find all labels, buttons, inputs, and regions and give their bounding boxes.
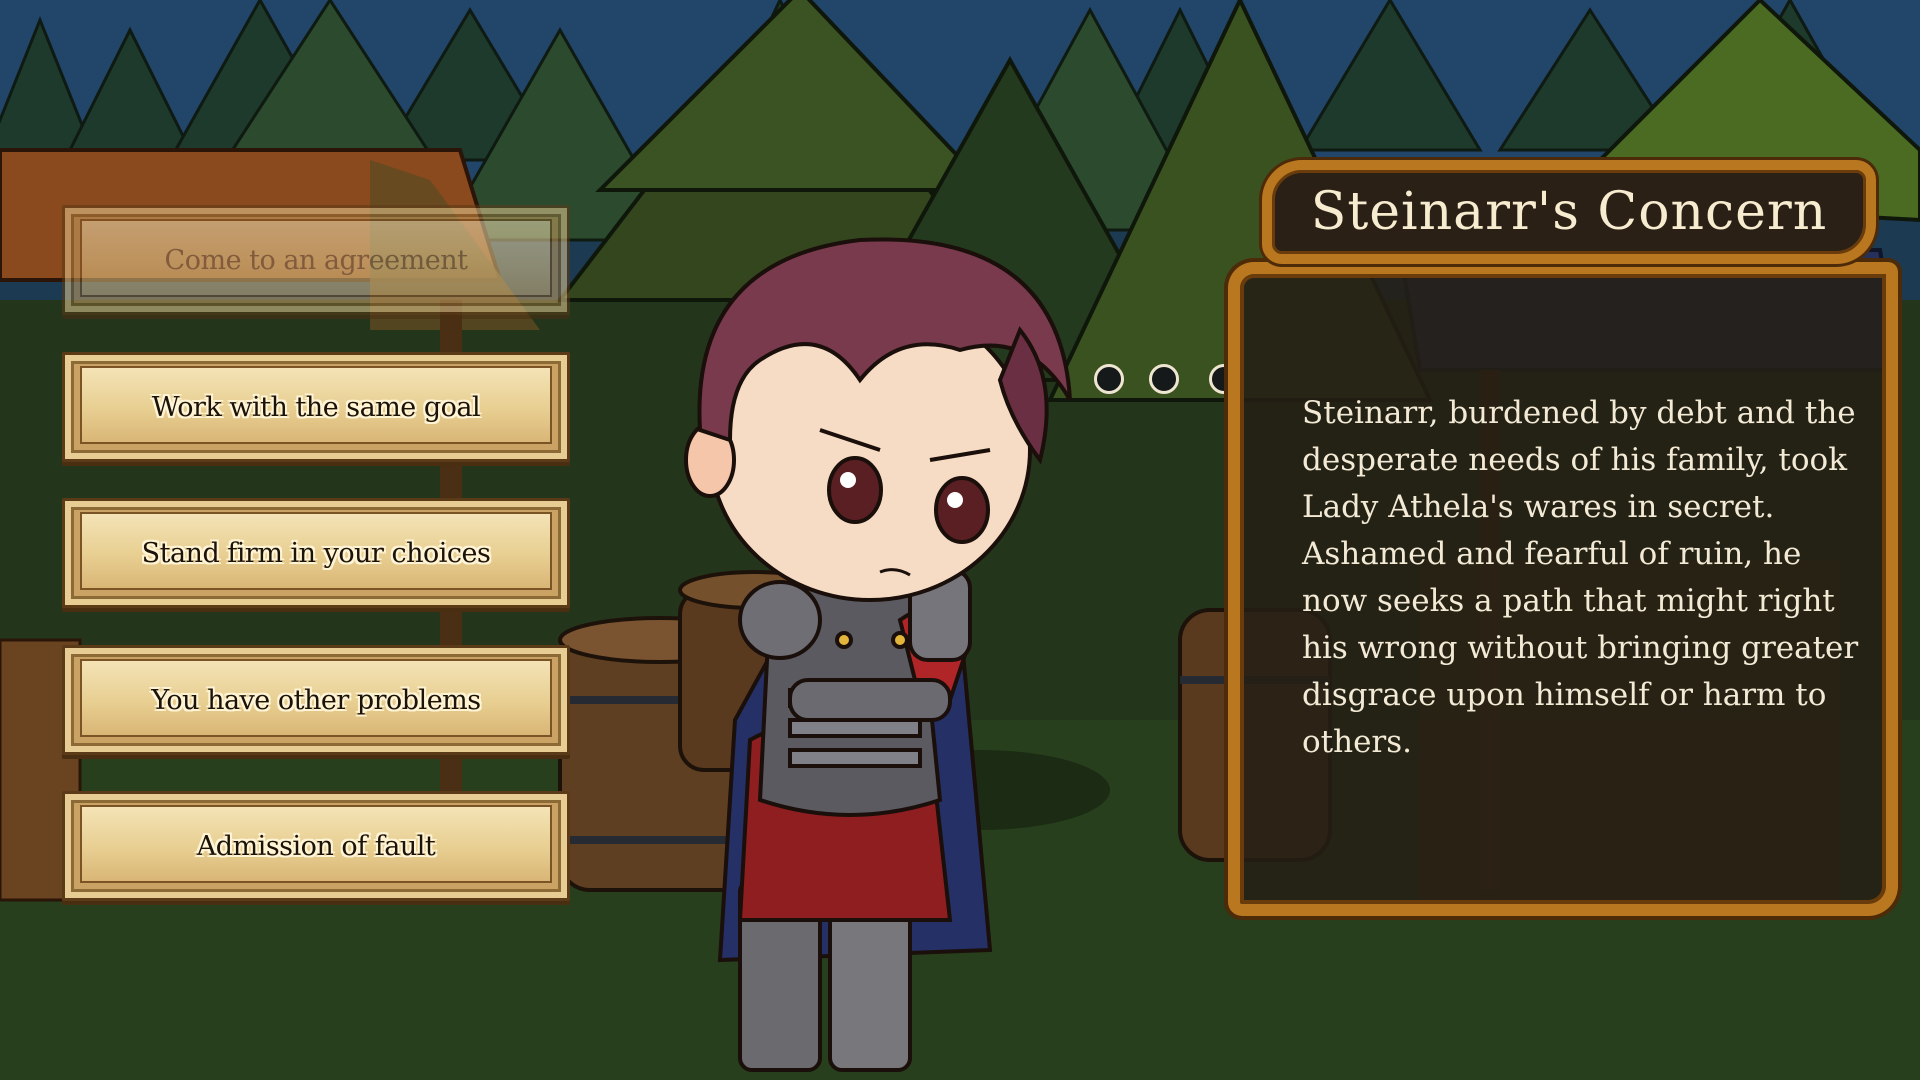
choice-work-same-goal[interactable]: Work with the same goal <box>62 352 570 462</box>
thought-dot <box>1149 364 1179 394</box>
choice-label: Come to an agreement <box>164 244 468 276</box>
choice-label: Work with the same goal <box>151 391 481 423</box>
choice-label: Admission of fault <box>196 830 436 862</box>
choice-admission-of-fault[interactable]: Admission of fault <box>62 791 570 901</box>
choice-label: Stand firm in your choices <box>141 537 491 569</box>
choice-other-problems[interactable]: You have other problems <box>62 645 570 755</box>
concern-description: Steinarr, burdened by debt and the despe… <box>1302 395 1859 760</box>
concern-title-plate: Steinarr's Concern <box>1262 160 1876 264</box>
concern-title: Steinarr's Concern <box>1310 182 1828 242</box>
choice-stand-firm[interactable]: Stand firm in your choices <box>62 498 570 608</box>
choice-label: You have other problems <box>151 684 481 716</box>
choice-come-to-agreement: Come to an agreement <box>62 205 570 315</box>
thought-dot <box>1094 364 1124 394</box>
